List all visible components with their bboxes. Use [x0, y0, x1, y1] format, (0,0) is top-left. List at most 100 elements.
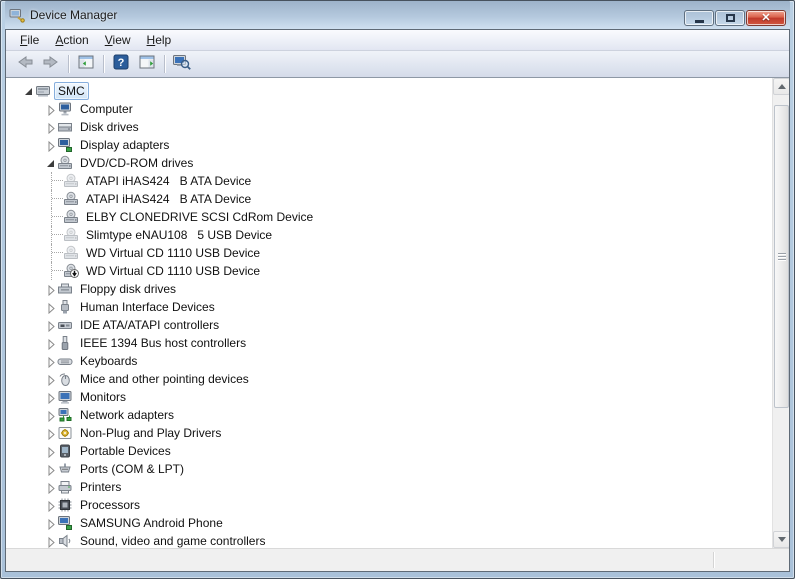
tree-label[interactable]: Sound, video and game controllers	[76, 532, 269, 548]
expander-collapsed-icon[interactable]	[44, 103, 57, 116]
expander-collapsed-icon[interactable]	[44, 355, 57, 368]
status-bar-divider	[713, 552, 714, 568]
tree-label[interactable]: IEEE 1394 Bus host controllers	[76, 334, 250, 352]
tree-row[interactable]: IDE ATA/ATAPI controllers	[6, 316, 772, 334]
minimize-icon	[695, 20, 704, 23]
forward-button[interactable]	[39, 53, 63, 75]
vertical-scrollbar[interactable]	[772, 78, 789, 548]
tree-label[interactable]: IDE ATA/ATAPI controllers	[76, 316, 223, 334]
maximize-button[interactable]	[715, 10, 745, 26]
help-button[interactable]: ?	[109, 53, 133, 75]
tree-row[interactable]: Computer	[6, 100, 772, 118]
expander-collapsed-icon[interactable]	[44, 463, 57, 476]
tree-row[interactable]: ATAPI iHAS424 B ATA Device	[6, 190, 772, 208]
expander-collapsed-icon[interactable]	[44, 535, 57, 548]
tree-row[interactable]: Floppy disk drives	[6, 280, 772, 298]
toolbar-separator	[103, 55, 104, 73]
tree-row[interactable]: DVD/CD-ROM drives	[6, 154, 772, 172]
tree-label[interactable]: Disk drives	[76, 118, 143, 136]
expander-collapsed-icon[interactable]	[44, 499, 57, 512]
tree-label[interactable]: Floppy disk drives	[76, 280, 180, 298]
scan-for-hardware-changes-button[interactable]	[170, 53, 194, 75]
tree-label[interactable]: Human Interface Devices	[76, 298, 219, 316]
tree-label[interactable]: Portable Devices	[76, 442, 175, 460]
scroll-up-button[interactable]	[773, 78, 789, 95]
tree-row[interactable]: ELBY CLONEDRIVE SCSI CdRom Device	[6, 208, 772, 226]
back-button[interactable]	[13, 53, 37, 75]
tree-label[interactable]: Non-Plug and Play Drivers	[76, 424, 225, 442]
close-icon: ✕	[761, 13, 770, 24]
expander-collapsed-icon[interactable]	[44, 391, 57, 404]
expander-collapsed-icon[interactable]	[44, 427, 57, 440]
tree-row[interactable]: Processors	[6, 496, 772, 514]
tree-label[interactable]: WD Virtual CD 1110 USB Device	[82, 262, 264, 280]
expander-collapsed-icon[interactable]	[44, 337, 57, 350]
tree-label[interactable]: DVD/CD-ROM drives	[76, 154, 197, 172]
tree-label[interactable]: Network adapters	[76, 406, 178, 424]
tree-label[interactable]: Mice and other pointing devices	[76, 370, 253, 388]
tree-row[interactable]: Display adapters	[6, 136, 772, 154]
portable-device-icon	[57, 443, 75, 459]
tree-row[interactable]: Keyboards	[6, 352, 772, 370]
expander-expanded-icon[interactable]	[22, 85, 35, 98]
tree-row[interactable]: Printers	[6, 478, 772, 496]
show-action-pane-button[interactable]	[135, 53, 159, 75]
tree-label[interactable]: Computer	[76, 100, 137, 118]
tree-row[interactable]: Disk drives	[6, 118, 772, 136]
scroll-down-button[interactable]	[773, 531, 789, 548]
tree-label[interactable]: Display adapters	[76, 136, 173, 154]
tree-label[interactable]: Monitors	[76, 388, 130, 406]
tree-label[interactable]: Processors	[76, 496, 144, 514]
tree-row[interactable]: Human Interface Devices	[6, 298, 772, 316]
expander-collapsed-icon[interactable]	[44, 409, 57, 422]
expander-collapsed-icon[interactable]	[44, 481, 57, 494]
close-button[interactable]: ✕	[746, 10, 786, 26]
menu-action[interactable]: Action	[47, 31, 96, 49]
tree-row[interactable]: Non-Plug and Play Drivers	[6, 424, 772, 442]
tree-row[interactable]: Ports (COM & LPT)	[6, 460, 772, 478]
scrollbar-grip-icon	[778, 253, 786, 262]
tree-row[interactable]: ATAPI iHAS424 B ATA Device	[6, 172, 772, 190]
tree-row[interactable]: Portable Devices	[6, 442, 772, 460]
expander-collapsed-icon[interactable]	[44, 517, 57, 530]
tree-row[interactable]: Monitors	[6, 388, 772, 406]
menu-help[interactable]: Help	[139, 31, 180, 49]
show-console-tree-button[interactable]	[74, 53, 98, 75]
tree-row[interactable]: WD Virtual CD 1110 USB Device	[6, 262, 772, 280]
expander-expanded-icon[interactable]	[44, 157, 57, 170]
titlebar[interactable]: Device Manager ✕	[5, 1, 790, 29]
tree-label[interactable]: ELBY CLONEDRIVE SCSI CdRom Device	[82, 208, 317, 226]
tree-row[interactable]: Slimtype eNAU108 5 USB Device	[6, 226, 772, 244]
tree-label[interactable]: SAMSUNG Android Phone	[76, 514, 227, 532]
tree-row[interactable]: IEEE 1394 Bus host controllers	[6, 334, 772, 352]
tree-label[interactable]: ATAPI iHAS424 B ATA Device	[82, 190, 255, 208]
expander-collapsed-icon[interactable]	[44, 319, 57, 332]
tree-label[interactable]: Printers	[76, 478, 125, 496]
expander-collapsed-icon[interactable]	[44, 283, 57, 296]
tree-connector	[51, 172, 63, 190]
expander-collapsed-icon[interactable]	[44, 121, 57, 134]
tree-row[interactable]: Network adapters	[6, 406, 772, 424]
tree-label[interactable]: ATAPI iHAS424 B ATA Device	[82, 172, 255, 190]
menu-view[interactable]: View	[97, 31, 139, 49]
tree-label[interactable]: Ports (COM & LPT)	[76, 460, 188, 478]
tree-row[interactable]: SMC	[6, 82, 772, 100]
menu-file[interactable]: File	[12, 31, 47, 49]
tree-label[interactable]: SMC	[54, 82, 89, 100]
tree-label[interactable]: Slimtype eNAU108 5 USB Device	[82, 226, 276, 244]
expander-collapsed-icon[interactable]	[44, 139, 57, 152]
tree-row[interactable]: Mice and other pointing devices	[6, 370, 772, 388]
tree-row[interactable]: SAMSUNG Android Phone	[6, 514, 772, 532]
minimize-button[interactable]	[684, 10, 714, 26]
expander-collapsed-icon[interactable]	[44, 445, 57, 458]
svg-text:?: ?	[118, 57, 125, 69]
scrollbar-thumb[interactable]	[774, 105, 789, 408]
tree-row[interactable]: Sound, video and game controllers	[6, 532, 772, 548]
tree-row[interactable]: WD Virtual CD 1110 USB Device	[6, 244, 772, 262]
tree-label[interactable]: Keyboards	[76, 352, 141, 370]
tree-view-pane: SMCComputerDisk drivesDisplay adaptersDV…	[6, 78, 789, 548]
expander-collapsed-icon[interactable]	[44, 373, 57, 386]
expander-collapsed-icon[interactable]	[44, 301, 57, 314]
workstation-icon	[35, 83, 53, 99]
tree-label[interactable]: WD Virtual CD 1110 USB Device	[82, 244, 264, 262]
